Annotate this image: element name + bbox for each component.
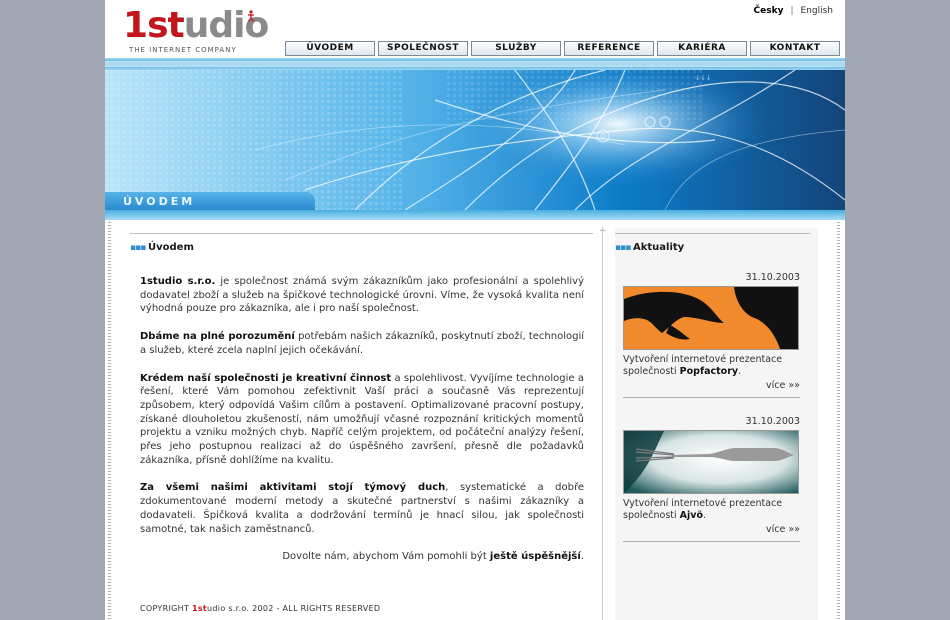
news-date: 31.10.2003 — [745, 416, 800, 427]
nav-tab-spolecnost[interactable]: SPOLEČNOST — [378, 41, 468, 56]
news-text-end: . — [703, 510, 707, 521]
news-thumbnail-ajvo[interactable] — [623, 430, 799, 494]
intro-text: 1studio s.r.o. je společnost známá svým … — [140, 275, 584, 578]
page: 1studio THE INTERNET COMPANY Česky | Engli… — [105, 0, 845, 620]
logo-udio: udio — [183, 5, 269, 46]
copyright-brand: 1st — [191, 604, 208, 613]
paragraph: Za všemi našimi aktivitami stojí týmový … — [140, 481, 584, 536]
closing-line: Dovolte nám, abychom Vám pomohli být ješ… — [140, 550, 584, 564]
news-text-bold: Ajvö — [679, 510, 703, 521]
column-divider — [602, 232, 603, 620]
paragraph-text: a spolehlivost. Vyvíjíme technologie a ř… — [140, 372, 584, 466]
svg-text:↓↓↓: ↓↓↓ — [695, 73, 711, 83]
news-text-end: . — [738, 366, 742, 377]
paragraph: Krédem naší společnosti je kreativní čin… — [140, 372, 584, 468]
copyright-prefix: COPYRIGHT — [140, 604, 192, 613]
copyright-rest: udio s.r.o. 2002 - ALL RIGHTS RESERVED — [207, 604, 381, 613]
news-text: Vytvoření internetové prezentace společn… — [623, 498, 800, 522]
header-divider-bar — [105, 58, 845, 70]
logo-one: 1 — [123, 5, 148, 46]
news-more-label[interactable]: více »» — [766, 380, 800, 391]
paragraph-lead: Krédem naší společnosti je kreativní čin… — [140, 372, 392, 384]
paragraph-lead: 1studio s.r.o. — [140, 276, 216, 287]
closing-end: . — [580, 551, 584, 563]
nav-tab-sluzby[interactable]: SLUŽBY — [471, 41, 561, 56]
news-item: 31.10.2003 Vytvoření internetové prezent… — [623, 272, 800, 398]
lang-separator: | — [790, 6, 794, 16]
language-switch: Česky | English — [754, 6, 833, 16]
banner-section-label: ÚVODEM — [123, 195, 196, 208]
banner-bottom-bar — [105, 210, 845, 220]
left-dotted-border — [108, 222, 111, 620]
news-thumbnail-popfactory[interactable] — [623, 286, 799, 350]
news-sidebar: ▪▪▪ Aktuality 31.10.2003 Vytvoření intern… — [615, 228, 818, 620]
paragraph-lead: Dbáme na plné porozumění — [140, 331, 295, 343]
nav-tab-reference[interactable]: REFERENCE — [564, 41, 654, 56]
popfactory-illustration-icon — [624, 287, 798, 349]
nav-tab-uvodem[interactable]: ÚVODEM — [285, 41, 375, 56]
lang-english-link[interactable]: English — [801, 6, 834, 16]
news-text: Vytvoření internetové prezentace společn… — [623, 354, 800, 378]
logo[interactable]: 1studio THE INTERNET COMPANY — [123, 5, 269, 57]
banner-abstract-graphic: ↓↓↓ — [105, 70, 845, 210]
logo-tagline: THE INTERNET COMPANY — [129, 46, 237, 54]
news-section-title: Aktuality — [633, 242, 685, 253]
logo-st: st — [147, 5, 185, 46]
copyright: COPYRIGHT 1studio s.r.o. 2002 - ALL RIGH… — [140, 604, 380, 613]
nav-tab-kariera[interactable]: KARIÉRA — [657, 41, 747, 56]
news-section-header: ▪▪▪ Aktuality — [615, 233, 810, 258]
news-more-link[interactable]: více »» — [623, 380, 800, 398]
right-dotted-border — [837, 222, 840, 620]
paragraph-lead: Za všemi našimi aktivitami stojí týmový … — [140, 482, 446, 494]
main-section-title: Úvodem — [148, 242, 194, 253]
main-section-header: ▪▪▪ Úvodem — [130, 233, 593, 258]
news-text-bold: Popfactory — [679, 366, 739, 377]
section-bullet-icon: ▪▪▪ — [130, 243, 146, 253]
news-date: 31.10.2003 — [745, 272, 800, 283]
banner-label-box: ÚVODEM — [105, 192, 315, 210]
lang-cesky-link[interactable]: Česky — [754, 6, 784, 16]
logo-figure-icon — [247, 10, 255, 22]
nav-tab-kontakt[interactable]: KONTAKT — [750, 41, 840, 56]
news-more-label[interactable]: více »» — [766, 524, 800, 535]
closing-bold: ještě úspěšnější — [489, 551, 581, 563]
main-content: ▪▪▪ Úvodem 1studio s.r.o. je společnost z… — [130, 228, 593, 620]
hero-banner: ↓↓↓ ÚVODEM — [105, 70, 845, 210]
news-more-link[interactable]: více »» — [623, 524, 800, 542]
news-item: 31.10.2003 Vytvoření internetové prezent… — [623, 416, 800, 542]
paragraph: 1studio s.r.o. je společnost známá svým … — [140, 275, 584, 316]
section-bullet-icon: ▪▪▪ — [615, 243, 631, 253]
fork-photo-icon — [624, 431, 798, 493]
closing-text: Dovolte nám, abychom Vám pomohli být — [282, 551, 490, 563]
paragraph: Dbáme na plné porozumění potřebám našich… — [140, 330, 584, 357]
